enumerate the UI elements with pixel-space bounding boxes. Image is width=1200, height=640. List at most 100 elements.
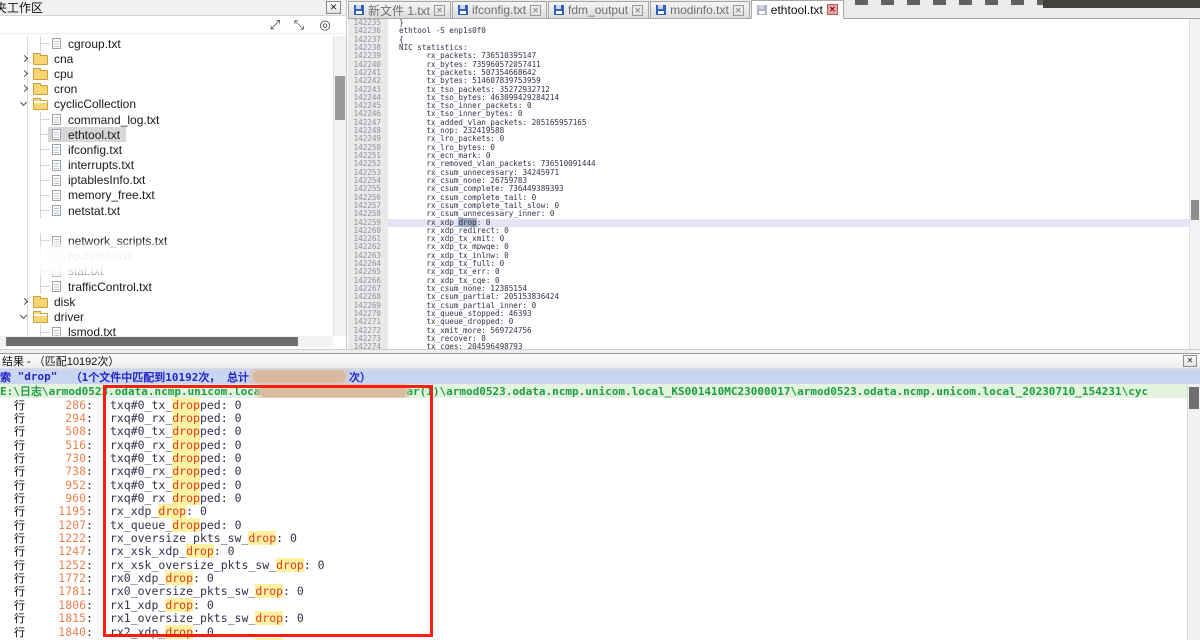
results-vscrollbar[interactable]	[1187, 384, 1200, 640]
result-row[interactable]: 行1806:rx1_xdp_drop: 0	[0, 598, 1187, 611]
tab--1-txt[interactable]: 新文件 1.txt✕	[348, 1, 451, 18]
tree-item-lsmod-txt[interactable]: lsmod.txt	[0, 325, 333, 336]
tree-item-trafficcontrol-txt[interactable]: trafficControl.txt	[0, 279, 333, 294]
code-line[interactable]: 142237{	[348, 36, 1189, 44]
tab-modinfo-txt[interactable]: modinfo.txt✕	[650, 1, 750, 18]
file-icon	[52, 175, 61, 186]
search-summary-line[interactable]: 索 "drop" （1个文件中匹配到10192次， 总计 次）	[0, 369, 1200, 384]
tree-item-label: iptablesInfo.txt	[66, 173, 147, 187]
tree-hscrollbar-thumb[interactable]	[6, 337, 298, 346]
result-row[interactable]: 行1815:rx1_oversize_pkts_sw_drop: 0	[0, 612, 1187, 625]
result-row[interactable]: 行1222:rx_oversize_pkts_sw_drop: 0	[0, 531, 1187, 544]
chevron-right-icon[interactable]	[18, 83, 30, 95]
tree-item-ifconfig-txt[interactable]: ifconfig.txt	[0, 142, 333, 157]
tree-item-network-scripts-txt[interactable]: network_scripts.txt	[0, 233, 333, 248]
result-row[interactable]: 行960:rxq#0_rx_dropped: 0	[0, 491, 1187, 504]
result-line-number: 738	[28, 464, 86, 478]
result-line-number: 1840	[28, 625, 86, 639]
result-row[interactable]: 行738:rxq#0_rx_dropped: 0	[0, 465, 1187, 478]
match-highlight: drop	[172, 411, 200, 425]
result-row[interactable]: 行1195:rx_xdp_drop: 0	[0, 505, 1187, 518]
tree-item-interrupts-txt[interactable]: interrupts.txt	[0, 158, 333, 173]
workspace-panel-header: 夹工作区 ✕	[0, 0, 346, 16]
tree-item-stat-txt[interactable]: stat.txt	[0, 264, 333, 279]
result-line-number: 1195	[28, 504, 86, 518]
tab-close-icon[interactable]: ✕	[530, 5, 541, 16]
tab-fdm-output[interactable]: fdm_output✕	[548, 1, 649, 18]
tree-item-label: cron	[52, 82, 79, 96]
tab-ifconfig-txt[interactable]: ifconfig.txt✕	[452, 1, 547, 18]
chevron-right-icon[interactable]	[18, 68, 30, 80]
code-text: rx_xdp_tx_full: 0	[388, 260, 1189, 268]
editor-body[interactable]: 142235}142236ethtool -S enp1s0f0142237{1…	[348, 19, 1189, 353]
result-file-path-line[interactable]: E:\日志\armod0523.odata.ncmp.unicom.loca a…	[0, 384, 1200, 398]
code-text: }	[388, 19, 1189, 27]
code-text: rx_xdp_tx_err: 0	[388, 268, 1189, 276]
tab-close-icon[interactable]: ✕	[434, 5, 445, 16]
tree-item-routeinfo-txt[interactable]: routeInfo.txt	[0, 249, 333, 264]
tree-item-driver[interactable]: driver	[0, 309, 333, 324]
collapse-all-icon[interactable]: ⤡	[290, 17, 308, 33]
results-vscrollbar-thumb[interactable]	[1189, 387, 1199, 409]
result-row[interactable]: 行294:rxq#0_rx_dropped: 0	[0, 411, 1187, 424]
locate-current-file-icon[interactable]: ◎	[316, 17, 334, 33]
result-row[interactable]: 行730:txq#0_tx_dropped: 0	[0, 451, 1187, 464]
result-colon: :	[86, 424, 93, 438]
tab-close-icon[interactable]: ✕	[827, 4, 838, 15]
file-saved-icon	[757, 5, 767, 15]
workspace-toolbar: ⤢ ⤡ ◎	[0, 16, 346, 34]
result-row[interactable]: 行1207:tx_queue_dropped: 0	[0, 518, 1187, 531]
tree-item-netstat-txt[interactable]: netstat.txt	[0, 203, 333, 218]
code-line[interactable]: 142236ethtool -S enp1s0f0	[348, 27, 1189, 35]
workspace-close-icon[interactable]: ✕	[326, 1, 341, 14]
chevron-right-icon[interactable]	[18, 296, 30, 308]
tree-item-cron[interactable]: cron	[0, 82, 333, 97]
chevron-down-icon[interactable]	[18, 98, 30, 110]
result-text: txq#0_tx_dropped: 0	[93, 451, 242, 465]
tree-item-memory-free-txt[interactable]: memory_free.txt	[0, 188, 333, 203]
code-text: rx_csum_unnecessary_inner: 0	[388, 210, 1189, 218]
search-summary-lead: 索	[0, 369, 18, 384]
expand-all-icon[interactable]: ⤢	[266, 17, 284, 33]
editor-vscrollbar-thumb[interactable]	[1191, 200, 1199, 220]
result-line-number: 952	[28, 478, 86, 492]
chevron-down-icon[interactable]	[18, 311, 30, 323]
result-row[interactable]: 行1840:rx2_xdp_drop: 0	[0, 625, 1187, 638]
result-row[interactable]: 行1772:rx0_xdp_drop: 0	[0, 571, 1187, 584]
result-row[interactable]: 行1781:rx0_oversize_pkts_sw_drop: 0	[0, 585, 1187, 598]
tab-close-icon[interactable]: ✕	[733, 5, 744, 16]
tree-item-label: memory_free.txt	[66, 188, 157, 202]
tree-item-redacted	[0, 218, 333, 233]
tree-item-ethtool-txt[interactable]: ethtool.txt	[0, 127, 333, 142]
tab-close-icon[interactable]: ✕	[632, 5, 643, 16]
folder-icon	[33, 55, 48, 65]
result-row[interactable]: 行952:txq#0_tx_dropped: 0	[0, 478, 1187, 491]
tree-item-cpu[interactable]: cpu	[0, 66, 333, 81]
result-text: rx1_xdp_drop: 0	[93, 598, 214, 612]
result-row[interactable]: 行1247:rx_xsk_xdp_drop: 0	[0, 545, 1187, 558]
tree-item-cycliccollection[interactable]: cyclicCollection	[0, 97, 333, 112]
tree-item-cgroup-txt[interactable]: cgroup.txt	[0, 36, 333, 51]
result-rows: 行286:txq#0_tx_dropped: 0行294:rxq#0_rx_dr…	[0, 398, 1187, 640]
tab-ethtool-txt[interactable]: ethtool.txt✕	[751, 0, 844, 19]
tree-item-label: interrupts.txt	[66, 158, 136, 172]
result-row[interactable]: 行286:txq#0_tx_dropped: 0	[0, 398, 1187, 411]
tree-item-iptablesinfo-txt[interactable]: iptablesInfo.txt	[0, 173, 333, 188]
result-row[interactable]: 行1252:rx_xsk_oversize_pkts_sw_drop: 0	[0, 558, 1187, 571]
tree-vscrollbar-thumb[interactable]	[335, 76, 345, 120]
tree-item-command-log-txt[interactable]: command_log.txt	[0, 112, 333, 127]
result-row[interactable]: 行508:txq#0_tx_dropped: 0	[0, 425, 1187, 438]
chevron-right-icon[interactable]	[18, 53, 30, 65]
code-text: rx_lro_bytes: 0	[388, 144, 1189, 152]
results-close-icon[interactable]: ✕	[1183, 355, 1197, 367]
result-text: rx_xdp_drop: 0	[93, 504, 207, 518]
tree-vscrollbar[interactable]	[333, 36, 346, 336]
tree-item-disk[interactable]: disk	[0, 294, 333, 309]
editor-vscrollbar[interactable]	[1189, 19, 1200, 353]
tree-item-cna[interactable]: cna	[0, 51, 333, 66]
result-text: rxq#0_rx_dropped: 0	[93, 464, 242, 478]
search-summary-info: （1个文件中匹配到10192次， 总计	[57, 369, 249, 384]
result-row[interactable]: 行516:rxq#0_rx_dropped: 0	[0, 438, 1187, 451]
folder-icon	[33, 100, 48, 110]
tree-hscrollbar[interactable]	[0, 336, 333, 347]
